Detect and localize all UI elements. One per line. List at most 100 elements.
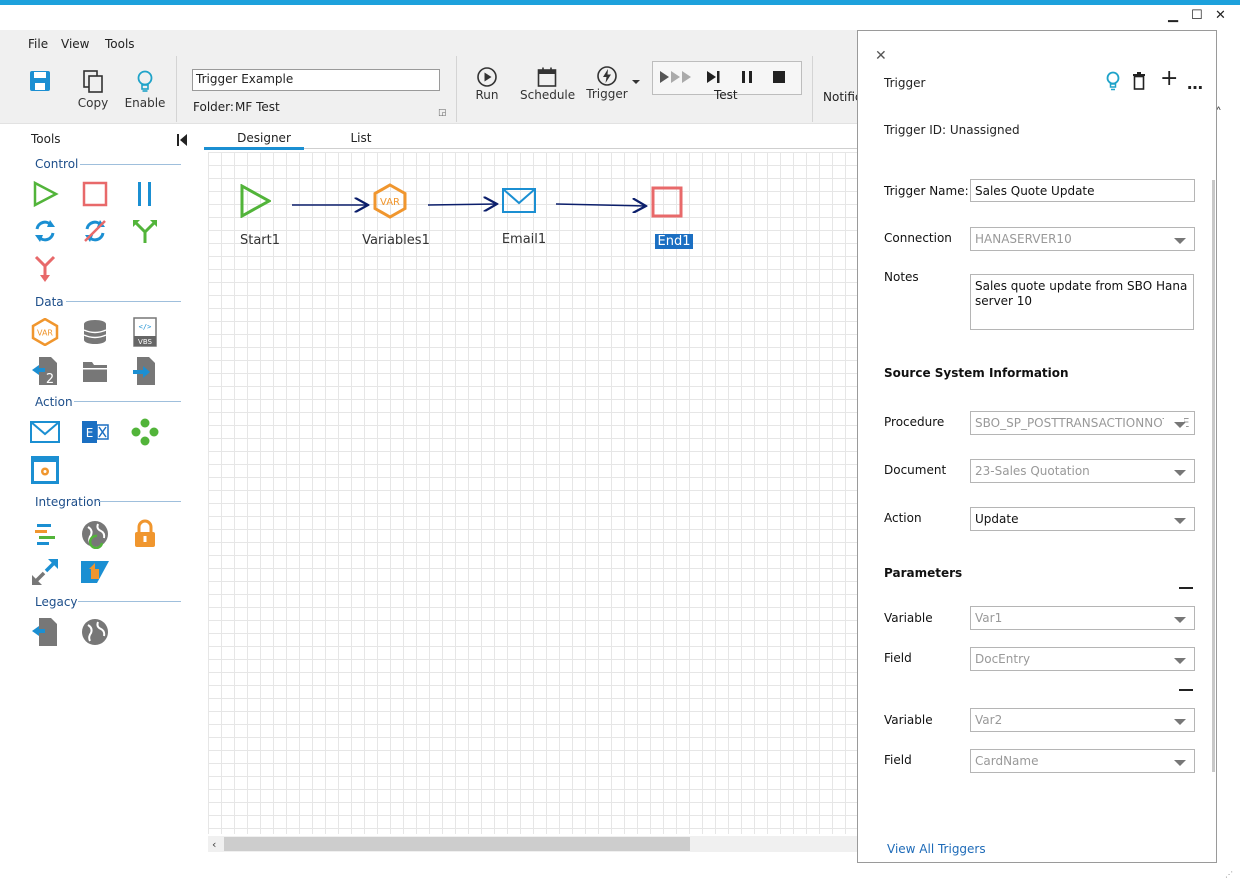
skip-next-icon[interactable] (706, 70, 722, 87)
resize-grip-icon[interactable]: ⋰ (1225, 870, 1233, 879)
procedure-select[interactable]: SBO_SP_POSTTRANSACTIONNOTICE (970, 411, 1195, 435)
run-button[interactable]: Run (470, 66, 504, 102)
enable-button[interactable]: Enable (122, 70, 168, 110)
folder-value[interactable]: MF Test (235, 100, 280, 114)
variables-node[interactable]: VAR (372, 183, 408, 222)
variable-select[interactable]: Var2 (970, 708, 1195, 732)
menu-file[interactable]: File (28, 37, 48, 51)
collapse-parameter-icon[interactable] (1179, 689, 1193, 691)
mapping-tool-icon[interactable] (29, 518, 61, 550)
upload-tool-icon[interactable] (79, 556, 111, 588)
legacy-web-tool-icon[interactable] (79, 616, 111, 648)
variable-value: Var2 (975, 713, 1003, 727)
start-node[interactable] (239, 183, 273, 221)
api-tool-icon[interactable] (29, 556, 61, 588)
notes-textarea[interactable]: Sales quote update from SBO Hana server … (970, 274, 1194, 330)
trigger-name-input[interactable]: Trigger Example (192, 69, 440, 91)
add-icon[interactable]: + (1160, 68, 1178, 90)
app-settings-tool-icon[interactable] (29, 454, 61, 486)
view-all-triggers-link[interactable]: View All Triggers (887, 842, 986, 856)
lock-tool-icon[interactable] (129, 518, 161, 550)
email-node-label[interactable]: Email1 (494, 232, 554, 247)
run-step-icon[interactable] (660, 70, 692, 87)
lightning-circle-icon (597, 66, 617, 86)
panel-scrollbar[interactable] (1212, 180, 1215, 772)
test-label: Test (714, 88, 738, 102)
loop-tool-icon[interactable] (29, 215, 61, 247)
more-options-icon[interactable]: … (1187, 74, 1204, 93)
folder-tool-icon[interactable] (79, 355, 111, 387)
trigger-button[interactable]: Trigger (584, 65, 630, 101)
chevron-down-icon (1174, 470, 1186, 476)
web-service-tool-icon[interactable] (79, 518, 111, 550)
delete-icon[interactable] (1132, 72, 1146, 93)
trigger-name-field[interactable]: Sales Quote Update (970, 179, 1195, 202)
field-select[interactable]: CardName (970, 749, 1195, 773)
collapse-parameter-icon[interactable] (1179, 587, 1193, 589)
svg-text:</>: </> (139, 323, 152, 331)
scroll-left-icon[interactable]: ‹ (212, 838, 216, 851)
document-select[interactable]: 23-Sales Quotation (970, 459, 1195, 483)
end-node[interactable] (650, 185, 684, 222)
variables-node-label[interactable]: Variables1 (356, 233, 436, 248)
pause-icon[interactable] (740, 70, 754, 87)
field-label: Field (884, 753, 912, 767)
variable-select[interactable]: Var1 (970, 606, 1195, 630)
email-node[interactable] (501, 187, 537, 218)
notifications-button[interactable]: Notific (823, 90, 862, 104)
action-select[interactable]: Update (970, 507, 1195, 531)
document-label: Document (884, 463, 947, 477)
chevron-down-icon[interactable] (632, 80, 640, 84)
copy-button[interactable]: Copy (74, 70, 112, 110)
section-integration: Integration (35, 495, 102, 509)
split-tool-icon[interactable] (129, 215, 161, 247)
workflow-tool-icon[interactable] (129, 416, 161, 448)
collapse-panel-icon[interactable] (176, 133, 188, 150)
break-loop-tool-icon[interactable] (79, 215, 111, 247)
connector-email-end[interactable] (555, 204, 646, 206)
lightbulb-icon[interactable] (1105, 71, 1121, 94)
parallel-tool-icon[interactable] (129, 178, 161, 210)
database-tool-icon[interactable] (79, 316, 111, 348)
legacy-file-tool-icon[interactable] (29, 616, 61, 648)
maximize-button[interactable]: ☐ (1191, 8, 1203, 23)
enable-label: Enable (124, 96, 166, 110)
start-tool-icon[interactable] (29, 178, 61, 210)
connector-variables-email[interactable] (427, 204, 497, 205)
merge-tool-icon[interactable] (29, 253, 61, 285)
field-select[interactable]: DocEntry (970, 647, 1195, 671)
section-divider (98, 501, 181, 502)
end-node-label-selected[interactable]: End1 (655, 234, 693, 249)
close-icon[interactable]: ✕ (875, 48, 887, 64)
menu-view[interactable]: View (61, 37, 89, 51)
lightbulb-icon (137, 70, 153, 92)
connection-select[interactable]: HANASERVER10 (970, 227, 1195, 251)
variable-label: Variable (884, 713, 933, 727)
end-tool-icon[interactable] (79, 178, 111, 210)
variables-tool-icon[interactable]: VAR (29, 316, 61, 348)
ribbon-divider (176, 56, 177, 122)
minimize-button[interactable]: ▁ (1168, 8, 1178, 23)
file-write-tool-icon[interactable] (129, 355, 161, 387)
tab-designer[interactable]: Designer (226, 131, 302, 145)
scrollbar-thumb[interactable] (224, 837, 690, 851)
save-button[interactable] (27, 70, 53, 92)
schedule-button[interactable]: Schedule (520, 66, 575, 102)
email-tool-icon[interactable] (29, 416, 61, 448)
chevron-down-icon (1174, 658, 1186, 664)
stop-icon[interactable] (773, 71, 785, 86)
designer-canvas[interactable] (208, 152, 858, 834)
tab-list[interactable]: List (336, 131, 386, 145)
chevron-down-icon (1174, 422, 1186, 428)
calendar-icon (537, 67, 557, 87)
close-window-button[interactable]: ✕ (1215, 8, 1226, 23)
parameters-heading: Parameters (884, 566, 963, 580)
run-label: Run (475, 88, 499, 102)
svg-text:VBS: VBS (138, 338, 152, 346)
vbscript-tool-icon[interactable]: </> VBS (129, 316, 161, 348)
dialog-launcher-icon[interactable]: ◲ (438, 108, 447, 118)
menu-tools[interactable]: Tools (105, 37, 135, 51)
file-read-tool-icon[interactable]: 2 (29, 355, 61, 387)
exchange-tool-icon[interactable]: E (79, 416, 111, 448)
start-node-label[interactable]: Start1 (230, 233, 290, 248)
